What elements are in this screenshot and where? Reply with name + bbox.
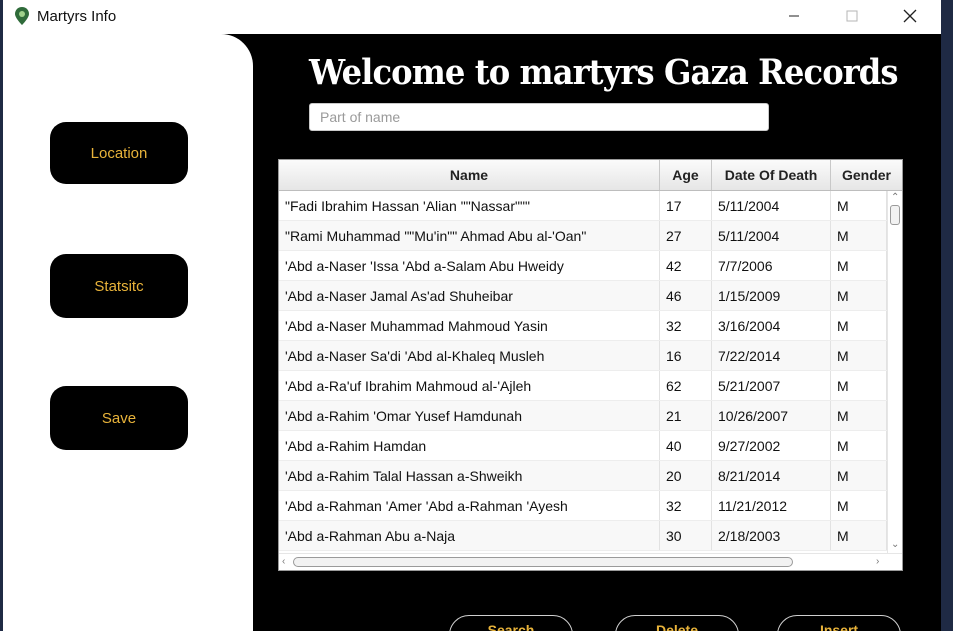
cell-age: 17 xyxy=(660,191,712,220)
table-row[interactable]: 'Abd a-Rahim Talal Hassan a-Shweikh 20 8/2… xyxy=(279,461,887,491)
cell-age: 20 xyxy=(660,461,712,490)
save-button[interactable]: Save xyxy=(50,386,188,450)
cell-age: 46 xyxy=(660,281,712,310)
cell-date-of-death: 7/22/2014 xyxy=(712,341,831,370)
search-input[interactable] xyxy=(309,103,769,131)
cell-name: 'Abd a-Naser Sa'di 'Abd al-Khaleq Musleh xyxy=(279,341,660,370)
table-row[interactable]: 'Abd a-Ra'uf Ibrahim Mahmoud al-'Ajleh 62… xyxy=(279,371,887,401)
window-title: Martyrs Info xyxy=(37,8,117,25)
vertical-scroll-thumb[interactable] xyxy=(890,205,900,225)
cell-name: 'Abd a-Naser 'Issa 'Abd a-Salam Abu Hwei… xyxy=(279,251,660,280)
cell-date-of-death: 7/7/2006 xyxy=(712,251,831,280)
horizontal-scroll-thumb[interactable] xyxy=(293,557,793,567)
cell-gender: M xyxy=(831,371,887,400)
cell-gender: M xyxy=(831,401,887,430)
cell-gender: M xyxy=(831,521,887,550)
martyrs-table: Name Age Date Of Death Gender "Fadi Ibra… xyxy=(278,159,903,571)
cell-age: 42 xyxy=(660,251,712,280)
cell-age: 32 xyxy=(660,491,712,520)
cell-gender: M xyxy=(831,281,887,310)
cell-gender: M xyxy=(831,341,887,370)
cell-name: 'Abd a-Rahim 'Omar Yusef Hamdunah xyxy=(279,401,660,430)
scroll-down-icon[interactable]: ⌄ xyxy=(891,540,899,550)
column-header-age[interactable]: Age xyxy=(660,160,712,190)
minimize-button[interactable] xyxy=(771,0,817,32)
column-header-date-of-death[interactable]: Date Of Death xyxy=(712,160,831,190)
cell-gender: M xyxy=(831,461,887,490)
cell-name: 'Abd a-Naser Jamal As'ad Shuheibar xyxy=(279,281,660,310)
cell-age: 16 xyxy=(660,341,712,370)
cell-date-of-death: 1/15/2009 xyxy=(712,281,831,310)
cell-age: 32 xyxy=(660,311,712,340)
table-row[interactable]: 'Abd a-Rahman Abu a-Naja 30 2/18/2003 M xyxy=(279,521,887,551)
statistic-button[interactable]: Statsitc xyxy=(50,254,188,318)
cell-name: "Fadi Ibrahim Hassan 'Alian ""Nassar""" xyxy=(279,191,660,220)
table-row[interactable]: "Rami Muhammad ""Mu'in"" Ahmad Abu al-'O… xyxy=(279,221,887,251)
location-pin-icon xyxy=(15,7,29,25)
cell-date-of-death: 11/21/2012 xyxy=(712,491,831,520)
cell-age: 62 xyxy=(660,371,712,400)
cell-date-of-death: 5/21/2007 xyxy=(712,371,831,400)
cell-gender: M xyxy=(831,251,887,280)
vertical-scrollbar[interactable]: ⌃ ⌄ xyxy=(887,191,902,553)
table-body: "Fadi Ibrahim Hassan 'Alian ""Nassar""" 1… xyxy=(279,191,887,551)
location-button[interactable]: Location xyxy=(50,122,188,184)
cell-name: 'Abd a-Rahman Abu a-Naja xyxy=(279,521,660,550)
column-header-name[interactable]: Name xyxy=(279,160,660,190)
cell-gender: M xyxy=(831,431,887,460)
cell-name: 'Abd a-Naser Muhammad Mahmoud Yasin xyxy=(279,311,660,340)
cell-name: "Rami Muhammad ""Mu'in"" Ahmad Abu al-'O… xyxy=(279,221,660,250)
app-window: Martyrs Info Location Statsitc Save Welc… xyxy=(3,0,941,631)
scroll-up-icon[interactable]: ⌃ xyxy=(891,193,899,203)
cell-age: 40 xyxy=(660,431,712,460)
table-row[interactable]: 'Abd a-Rahim 'Omar Yusef Hamdunah 21 10/26… xyxy=(279,401,887,431)
cell-name: 'Abd a-Rahim Talal Hassan a-Shweikh xyxy=(279,461,660,490)
close-icon xyxy=(903,9,917,23)
cell-name: 'Abd a-Rahim Hamdan xyxy=(279,431,660,460)
table-row[interactable]: 'Abd a-Rahim Hamdan 40 9/27/2002 M xyxy=(279,431,887,461)
cell-date-of-death: 10/26/2007 xyxy=(712,401,831,430)
delete-button[interactable]: Delete xyxy=(615,615,739,631)
scroll-right-icon[interactable]: › xyxy=(876,557,879,567)
maximize-button[interactable] xyxy=(829,0,875,32)
table-row[interactable]: 'Abd a-Naser Muhammad Mahmoud Yasin 32 3/1… xyxy=(279,311,887,341)
cell-date-of-death: 5/11/2004 xyxy=(712,191,831,220)
table-row[interactable]: 'Abd a-Naser 'Issa 'Abd a-Salam Abu Hwei… xyxy=(279,251,887,281)
cell-date-of-death: 5/11/2004 xyxy=(712,221,831,250)
table-header: Name Age Date Of Death Gender xyxy=(279,160,902,191)
search-button[interactable]: Search xyxy=(449,615,573,631)
cell-name: 'Abd a-Rahman 'Amer 'Abd a-Rahman 'Ayesh xyxy=(279,491,660,520)
table-row[interactable]: "Fadi Ibrahim Hassan 'Alian ""Nassar""" 1… xyxy=(279,191,887,221)
table-row[interactable]: 'Abd a-Rahman 'Amer 'Abd a-Rahman 'Ayesh… xyxy=(279,491,887,521)
cell-name: 'Abd a-Ra'uf Ibrahim Mahmoud al-'Ajleh xyxy=(279,371,660,400)
minimize-icon xyxy=(789,15,799,17)
table-row[interactable]: 'Abd a-Naser Sa'di 'Abd al-Khaleq Musleh… xyxy=(279,341,887,371)
cell-age: 27 xyxy=(660,221,712,250)
maximize-icon xyxy=(846,10,858,22)
cell-gender: M xyxy=(831,311,887,340)
scroll-left-icon[interactable]: ‹ xyxy=(282,557,285,567)
close-button[interactable] xyxy=(887,0,933,32)
cell-age: 30 xyxy=(660,521,712,550)
cell-gender: M xyxy=(831,491,887,520)
title-bar: Martyrs Info xyxy=(3,0,941,34)
sidebar: Location Statsitc Save xyxy=(3,34,253,631)
page-title: Welcome to martyrs Gaza Records xyxy=(309,52,899,93)
cell-gender: M xyxy=(831,221,887,250)
cell-date-of-death: 2/18/2003 xyxy=(712,521,831,550)
column-header-gender[interactable]: Gender xyxy=(831,160,902,190)
cell-gender: M xyxy=(831,191,887,220)
cell-date-of-death: 8/21/2014 xyxy=(712,461,831,490)
cell-date-of-death: 9/27/2002 xyxy=(712,431,831,460)
cell-age: 21 xyxy=(660,401,712,430)
cell-date-of-death: 3/16/2004 xyxy=(712,311,831,340)
table-row[interactable]: 'Abd a-Naser Jamal As'ad Shuheibar 46 1/15… xyxy=(279,281,887,311)
horizontal-scrollbar[interactable]: ‹ › xyxy=(279,553,902,570)
insert-button[interactable]: Insert xyxy=(777,615,901,631)
